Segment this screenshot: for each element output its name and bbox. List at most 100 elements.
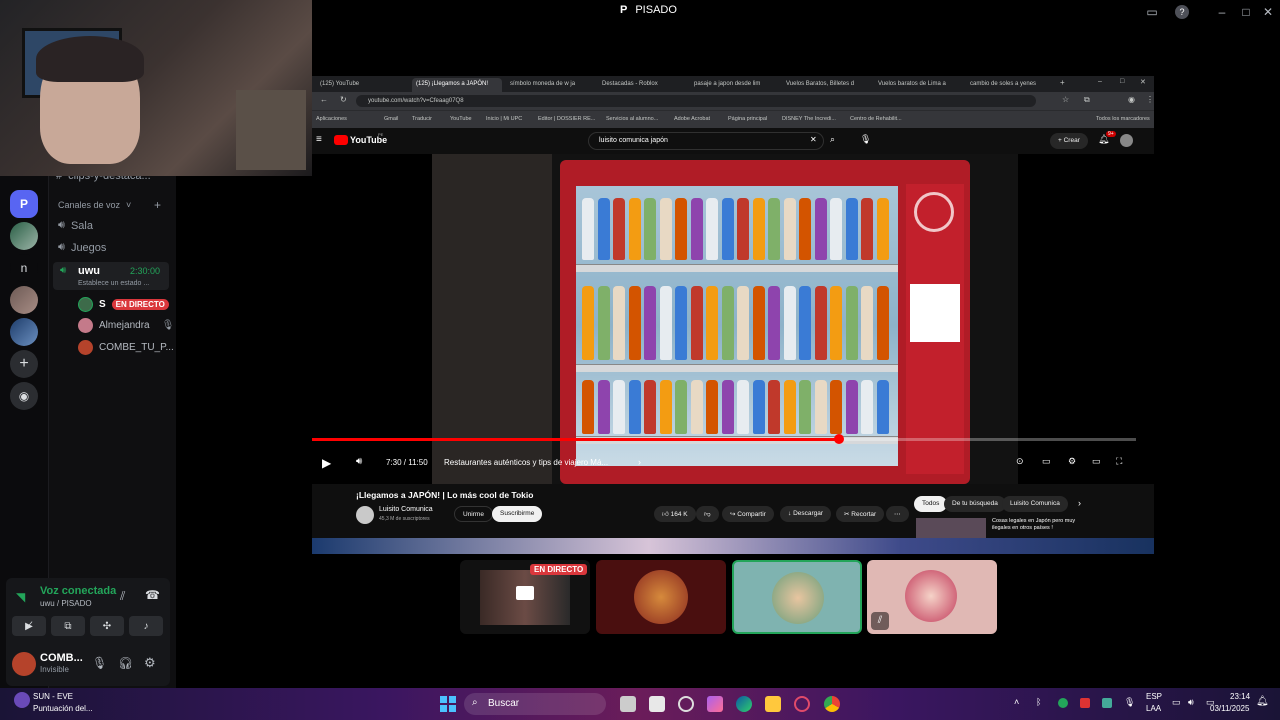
bookmark[interactable]: Editor | DOSSIER RE... <box>538 116 595 122</box>
browser-tab[interactable]: Vuelos baratos de Lima a <box>874 78 964 92</box>
volume-icon[interactable]: 🔊︎ <box>1188 697 1194 708</box>
network-icon[interactable]: ▭ <box>1172 697 1181 708</box>
close-icon[interactable]: ✕ <box>1260 4 1276 20</box>
bluetooth-icon[interactable]: ᛒ <box>1036 697 1041 707</box>
bookmark[interactable]: Centro de Rehabilit... <box>850 116 902 122</box>
video-player[interactable]: ▶ 🔊︎ 7:30 / 11:50 Restaurantes auténtico… <box>312 154 1154 484</box>
bookmark[interactable]: Gmail <box>384 116 398 122</box>
fullscreen-icon[interactable]: ⛶ <box>1116 456 1122 467</box>
server-pisado[interactable]: P <box>10 190 38 218</box>
channel-name[interactable]: Luisito Comunica <box>379 506 433 513</box>
browser-profile-icon[interactable]: ◉ <box>1128 95 1135 104</box>
tile-user-4[interactable]: ⫽ <box>867 560 997 634</box>
chapter-title[interactable]: Restaurantes auténticos y tips de viajer… <box>444 458 608 467</box>
like-button[interactable]: 👍︎ 164 K <box>654 506 696 522</box>
join-button[interactable]: Unirme <box>454 506 493 522</box>
browser-tab[interactable]: Destacadas - Roblox <box>598 78 688 92</box>
tray-app-icon[interactable] <box>1058 698 1068 708</box>
share-button[interactable]: ↪ Compartir <box>722 506 774 522</box>
voice-channel-juegos[interactable]: 🔊︎ Juegos <box>58 241 106 254</box>
member-s[interactable]: S EN DIRECTO <box>78 297 169 312</box>
create-button[interactable]: + Crear <box>1050 133 1088 149</box>
browser-maximize-icon[interactable]: □ <box>1120 78 1124 85</box>
browser-minimize-icon[interactable]: – <box>1098 78 1102 85</box>
maximize-icon[interactable]: □ <box>1238 4 1254 20</box>
chips-next-icon[interactable]: › <box>1078 498 1081 508</box>
screen-share-button[interactable]: ⧉ <box>51 616 85 636</box>
bookmark[interactable]: Adobe Acrobat <box>674 116 710 122</box>
extensions-icon[interactable]: ⧉ <box>1084 95 1090 105</box>
tray-app-icon[interactable] <box>1102 698 1112 708</box>
more-actions-button[interactable]: ⋯ <box>886 506 909 522</box>
chrome-icon[interactable] <box>824 696 840 712</box>
notification-icon[interactable]: 🔔︎ <box>1256 696 1269 707</box>
dislike-button[interactable]: 👎︎ <box>696 506 719 522</box>
member-combe[interactable]: COMBE_TU_P... <box>78 340 174 355</box>
player-settings-icon[interactable]: ⚙ <box>1068 456 1076 467</box>
browser-tab[interactable]: pasaje a japon desde lim <box>690 78 780 92</box>
server-icon-2[interactable] <box>10 222 38 250</box>
taskbar-search[interactable]: ⌕ Buscar <box>464 693 606 715</box>
url-field[interactable]: youtube.com/watch?v=Cfeaag07Q8 <box>356 95 1036 107</box>
clock-date[interactable]: 03/11/2025 <box>1210 704 1249 713</box>
chip-channel[interactable]: Luisito Comunica <box>1002 496 1068 512</box>
windows-start-icon[interactable] <box>440 696 456 712</box>
opera-icon[interactable] <box>794 696 810 712</box>
all-bookmarks[interactable]: Todos los marcadores <box>1096 116 1150 122</box>
voice-channel-sala[interactable]: 🔊︎ Sala <box>58 219 93 232</box>
help-icon[interactable]: ? <box>1175 5 1189 19</box>
related-thumbnail[interactable] <box>916 518 986 538</box>
tray-mic-icon[interactable]: 🎙︎ <box>1124 697 1135 708</box>
related-title[interactable]: Cosas legales en Japón pero muy ilegales… <box>992 518 1092 532</box>
weather-widget-icon[interactable] <box>14 692 30 708</box>
tray-app-icon[interactable] <box>1080 698 1090 708</box>
reload-icon[interactable]: ↻ <box>340 95 347 104</box>
widget-title[interactable]: SUN - EVE <box>33 692 73 701</box>
browser-tab-active[interactable]: (125) ¡Llegamos a JAPÓN! <box>412 78 502 92</box>
youtube-logo-icon[interactable] <box>334 135 348 145</box>
inbox-icon[interactable]: ▭ <box>1144 4 1160 20</box>
chapter-chevron-icon[interactable]: › <box>638 457 641 467</box>
chip-from-search[interactable]: De tu búsqueda <box>944 496 1006 512</box>
browser-tab[interactable]: (125) YouTube <box>316 78 406 92</box>
bookmark[interactable]: Aplicaciones <box>316 116 347 122</box>
bookmark[interactable]: Servicios al alumno... <box>606 116 658 122</box>
file-explorer-icon[interactable] <box>765 696 781 712</box>
star-icon[interactable]: ☆ <box>1062 95 1069 104</box>
bookmark[interactable]: Página principal <box>728 116 767 122</box>
headphones-icon[interactable]: 🎧︎ <box>118 656 133 670</box>
browser-tab[interactable]: Vuelos Baratos, Billetes d <box>782 78 872 92</box>
user-avatar[interactable] <box>12 652 36 676</box>
hamburger-icon[interactable]: ≡ <box>316 134 322 145</box>
subtitles-icon[interactable]: ▭ <box>1042 456 1051 467</box>
bookmark[interactable]: Inicio | Mi UPC <box>486 116 522 122</box>
camera-button[interactable]: ▶̸ <box>12 616 46 636</box>
account-avatar[interactable] <box>1120 134 1133 147</box>
volume-icon[interactable]: 🔊︎ <box>356 456 362 467</box>
channel-avatar[interactable] <box>356 506 374 524</box>
voice-search-icon[interactable]: 🎙︎ <box>860 134 871 145</box>
add-server-icon[interactable]: + <box>10 350 38 378</box>
download-button[interactable]: ↓ Descargar <box>780 506 832 522</box>
bookmark[interactable]: Traducir <box>412 116 432 122</box>
status-placeholder[interactable]: Establece un estado ... <box>78 280 149 287</box>
server-n[interactable]: n <box>10 254 38 282</box>
voice-section-header[interactable]: Canales de voz ˅ <box>58 200 131 210</box>
task-view-icon[interactable] <box>620 696 636 712</box>
clear-search-icon[interactable]: ✕ <box>810 135 817 144</box>
back-icon[interactable]: ← <box>320 95 328 104</box>
browser-close-icon[interactable]: ✕ <box>1140 78 1146 86</box>
browser-tab[interactable]: símbolo moneda de w ja <box>506 78 596 92</box>
disconnect-icon[interactable]: ☎ <box>145 588 160 602</box>
minimize-icon[interactable]: – <box>1214 4 1230 20</box>
store-icon[interactable] <box>649 696 665 712</box>
bookmark[interactable]: DISNEY The Incredi... <box>782 116 836 122</box>
member-almejandra[interactable]: Almejandra 🎙︎ <box>78 318 174 333</box>
browser-tab[interactable]: cambio de soles a yenes <box>966 78 1056 92</box>
noise-suppression-icon[interactable]: ⫽ <box>120 589 125 604</box>
server-icon-4[interactable] <box>10 286 38 314</box>
subscribe-button[interactable]: Suscribirme <box>492 506 543 522</box>
activities-button[interactable]: ✣ <box>90 616 124 636</box>
youtube-search-input[interactable]: luisito comunica japón <box>588 132 824 150</box>
theater-mode-icon[interactable]: ▭ <box>1092 456 1101 467</box>
